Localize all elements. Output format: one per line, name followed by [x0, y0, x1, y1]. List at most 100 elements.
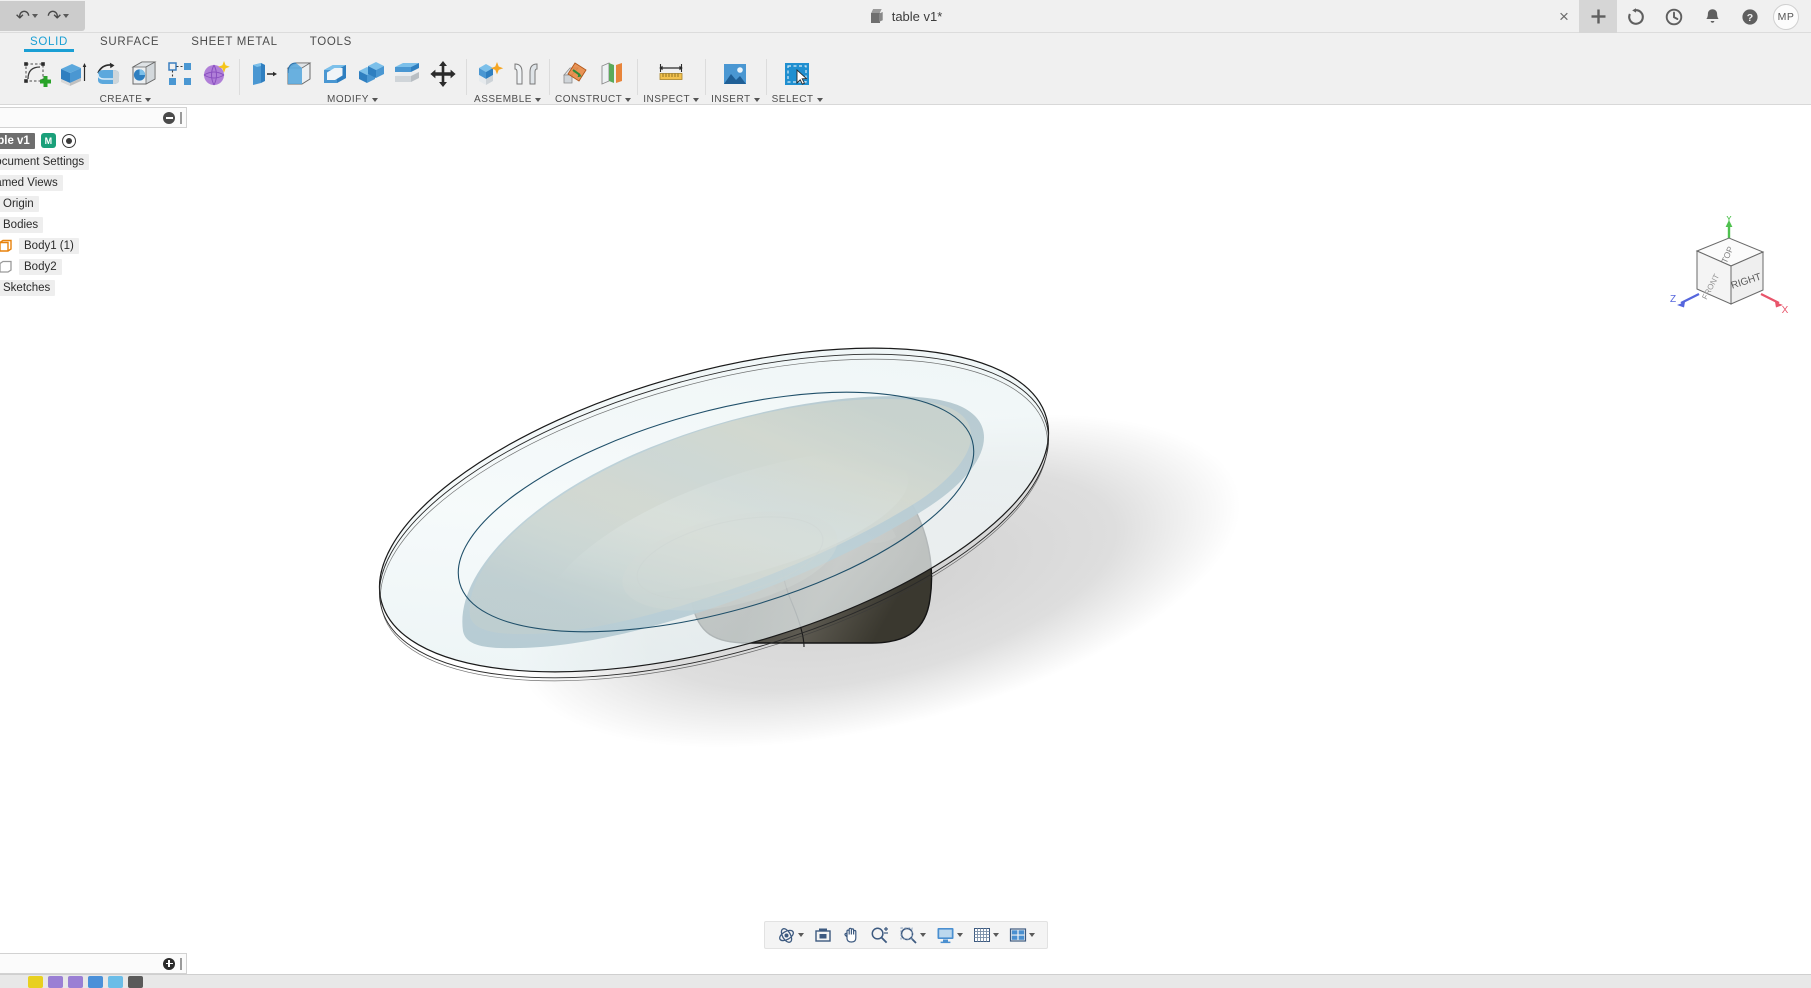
- document-title[interactable]: table v1*: [892, 9, 943, 24]
- joint-icon[interactable]: [508, 56, 543, 92]
- redo-dropdown-caret-icon[interactable]: [63, 14, 70, 18]
- extrude-icon[interactable]: [54, 56, 89, 92]
- create-panel-label: CREATE: [99, 94, 143, 105]
- zoom-window-caret-icon[interactable]: [919, 933, 926, 937]
- modify-command-row: [245, 55, 460, 93]
- tab-tools[interactable]: TOOLS: [294, 33, 368, 48]
- insert-panel-label-wrap[interactable]: INSERT: [711, 94, 760, 105]
- browser-node-origin[interactable]: Origin: [0, 193, 178, 214]
- ribbon-panel-inspect: INSPECT: [637, 55, 705, 105]
- browser-node-named-views[interactable]: Named Views: [0, 172, 178, 193]
- display-settings-icon[interactable]: [932, 924, 967, 946]
- viewport-layout-caret-icon[interactable]: [1028, 933, 1035, 937]
- browser-node-sketches[interactable]: Sketches: [0, 277, 178, 298]
- collapse-browser-icon[interactable]: [163, 111, 175, 124]
- glass-table-3d-model[interactable]: [0, 106, 1811, 931]
- titlebar-right-icons: × ? MP: [1549, 0, 1811, 33]
- timeline-bar[interactable]: [0, 953, 187, 974]
- orbit-icon[interactable]: [773, 924, 808, 947]
- modify-caret-icon: [371, 97, 378, 102]
- pan-hand-icon[interactable]: [838, 924, 864, 946]
- body-hidden-icon[interactable]: [0, 259, 13, 274]
- create-panel-label-wrap[interactable]: CREATE: [100, 94, 152, 105]
- form-icon[interactable]: [198, 56, 233, 92]
- offset-plane-icon[interactable]: [558, 56, 593, 92]
- undo-button[interactable]: ↶: [13, 6, 41, 27]
- split-face-icon[interactable]: [389, 56, 424, 92]
- plane-at-angle-icon[interactable]: [594, 56, 629, 92]
- inspect-panel-label: INSPECT: [643, 94, 691, 105]
- create-sketch-icon[interactable]: [18, 56, 53, 92]
- document-cube-icon: [869, 9, 885, 24]
- browser-node-root[interactable]: table v1 M: [0, 130, 178, 151]
- browser-search-bar[interactable]: [0, 107, 187, 128]
- ribbon-panel-construct: CONSTRUCT: [549, 55, 637, 105]
- measure-icon[interactable]: [654, 56, 689, 92]
- insert-image-icon[interactable]: [718, 56, 753, 92]
- taskbar-app-3[interactable]: [68, 975, 83, 988]
- inspect-panel-label-wrap[interactable]: INSPECT: [643, 94, 700, 105]
- viewport-canvas[interactable]: Y X Z TOP FRONT RIGHT: [0, 106, 1811, 931]
- timeline-add-icon[interactable]: [163, 957, 175, 970]
- press-pull-icon[interactable]: [245, 56, 280, 92]
- history-clock-icon[interactable]: [1655, 0, 1693, 33]
- body-visible-icon[interactable]: [0, 238, 13, 253]
- browser-node-body2[interactable]: Body2: [0, 256, 178, 277]
- shell-icon[interactable]: [317, 56, 352, 92]
- construct-panel-label-wrap[interactable]: CONSTRUCT: [555, 94, 632, 105]
- root-visibility-toggle-icon[interactable]: [61, 133, 76, 148]
- assemble-command-row: [472, 55, 543, 93]
- assemble-panel-label-wrap[interactable]: ASSEMBLE: [474, 94, 541, 105]
- close-tab-button[interactable]: ×: [1549, 0, 1579, 33]
- view-cube[interactable]: Y X Z TOP FRONT RIGHT: [1669, 214, 1789, 321]
- move-copy-icon[interactable]: [425, 56, 460, 92]
- new-tab-icon[interactable]: [1579, 0, 1617, 33]
- construct-command-row: [558, 55, 629, 93]
- revolve-icon[interactable]: [90, 56, 125, 92]
- insert-command-row: [718, 55, 753, 93]
- bodies-label: Bodies: [0, 216, 44, 233]
- redo-button[interactable]: ↷: [44, 6, 72, 27]
- undo-arrow-icon: ↶: [15, 6, 30, 26]
- zoom-window-icon[interactable]: [895, 924, 930, 947]
- sync-icon[interactable]: [1617, 0, 1655, 33]
- help-icon[interactable]: ?: [1731, 0, 1769, 33]
- viewport-layout-icon[interactable]: [1005, 924, 1039, 946]
- rectangular-pattern-icon[interactable]: [162, 56, 197, 92]
- view-navigation-bar: [0, 918, 1811, 952]
- taskbar-app-5[interactable]: [108, 975, 123, 988]
- modify-panel-label-wrap[interactable]: MODIFY: [327, 94, 378, 105]
- undo-dropdown-caret-icon[interactable]: [32, 14, 38, 18]
- svg-text:Z: Z: [1670, 294, 1676, 305]
- hole-icon[interactable]: [126, 56, 161, 92]
- svg-text:Y: Y: [1726, 216, 1733, 225]
- orbit-caret-icon[interactable]: [797, 933, 804, 937]
- tab-surface[interactable]: SURFACE: [84, 33, 175, 48]
- create-command-row: [18, 55, 233, 93]
- taskbar-app-6[interactable]: [128, 975, 143, 988]
- browser-node-document-settings[interactable]: Document Settings: [0, 151, 178, 172]
- zoom-icon[interactable]: [866, 924, 893, 947]
- grid-snaps-icon[interactable]: [969, 924, 1003, 946]
- timeline-resize-grip[interactable]: [180, 957, 182, 970]
- notifications-bell-icon[interactable]: [1693, 0, 1731, 33]
- tab-sheet-metal[interactable]: SHEET METAL: [175, 33, 294, 48]
- taskbar-app-1[interactable]: [28, 975, 43, 988]
- tab-solid[interactable]: SOLID: [14, 33, 84, 52]
- browser-node-body1[interactable]: Body1 (1): [0, 235, 178, 256]
- grid-snaps-caret-icon[interactable]: [992, 933, 999, 937]
- display-settings-caret-icon[interactable]: [956, 933, 963, 937]
- taskbar-app-4[interactable]: [88, 975, 103, 988]
- user-avatar[interactable]: MP: [1773, 3, 1799, 30]
- select-panel-label-wrap[interactable]: SELECT: [772, 94, 823, 105]
- new-component-icon[interactable]: [472, 56, 507, 92]
- fillet-icon[interactable]: [281, 56, 316, 92]
- component-badge-icon: M: [40, 133, 56, 148]
- browser-node-bodies[interactable]: Bodies: [0, 214, 178, 235]
- browser-resize-grip[interactable]: [180, 111, 182, 124]
- view-cube-body: TOP FRONT RIGHT: [1695, 237, 1765, 305]
- combine-icon[interactable]: [353, 56, 388, 92]
- select-window-icon[interactable]: [780, 56, 815, 92]
- look-at-icon[interactable]: [810, 924, 836, 946]
- taskbar-app-2[interactable]: [48, 975, 63, 988]
